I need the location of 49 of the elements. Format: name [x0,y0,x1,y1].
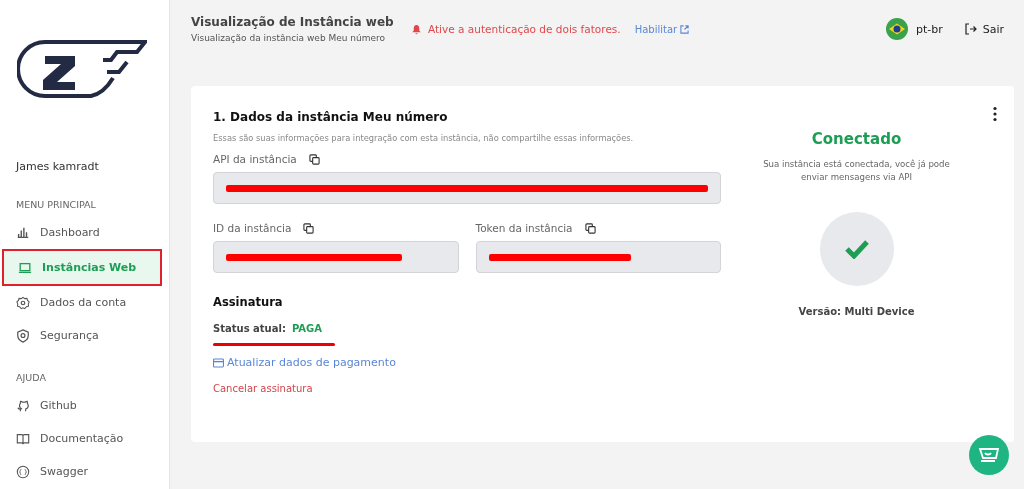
field-label: API da instância [213,153,297,165]
book-icon [16,431,30,446]
connection-status: Conectado [811,130,902,148]
chat-icon [978,446,1000,464]
input-field[interactable] [213,172,721,204]
check-icon [843,238,870,259]
user-name: James kamradt [16,160,100,173]
copy-icon [303,222,315,234]
field-label: ID da instância [213,222,292,234]
github-icon [16,398,30,413]
page-title: Visualização de Instância web [191,15,395,29]
status-value: PAGA [291,323,322,334]
version-label: Versão: Multi Device [798,305,915,317]
copy-icon [584,222,596,234]
sidebar-item[interactable]: Documentação [0,422,161,455]
settings-icon [16,295,30,310]
logout-icon [964,23,977,35]
bell-icon [411,23,422,35]
sidebar-item[interactable]: Dashboard [0,216,161,249]
status-message: Sua instância está conectada, você já pode enviar mensagens via API [762,158,951,184]
credit-card-icon [213,357,224,368]
sidebar-item[interactable]: Dados da conta [0,286,161,319]
section-title: MENU PRINCIPAL [16,199,97,210]
shield-icon [16,328,30,343]
field-label: Token da instância [475,222,573,234]
bar-chart-icon [16,225,30,240]
card-description: Essas são suas informações para integração com esta instância, não compartilhe essas informações. [213,133,635,143]
swagger-icon [16,464,30,479]
input-field[interactable] [475,241,721,273]
alert-message: Ative a autenticação de dois fatores. [428,23,621,35]
external-link-icon [680,24,690,34]
chat-button[interactable] [969,435,1009,475]
laptop-icon [18,260,32,275]
sidebar-item[interactable]: Segurança [0,319,161,352]
page-subtitle: Visualização da instância web Meu número [191,33,387,43]
cancel-link[interactable]: Cancelar assinatura [213,383,313,394]
logout-button[interactable]: Sair [964,22,1004,36]
update-payment-link[interactable]: Atualizar dados de pagamento [213,356,396,369]
language-selector[interactable]: pt-br [885,18,943,40]
more-options-icon[interactable] [992,106,998,122]
sidebar-item[interactable]: Swagger [0,455,161,488]
section-title: AJUDA [16,372,47,383]
flag-icon [885,18,908,40]
section-heading: Assinatura [213,295,284,309]
input-field[interactable] [213,241,459,273]
sidebar-item[interactable]: Github [0,389,161,422]
copy-icon [308,153,320,165]
card-title: 1. Dados da instância Meu número [213,110,449,124]
status-label: Status atual: [213,323,286,334]
